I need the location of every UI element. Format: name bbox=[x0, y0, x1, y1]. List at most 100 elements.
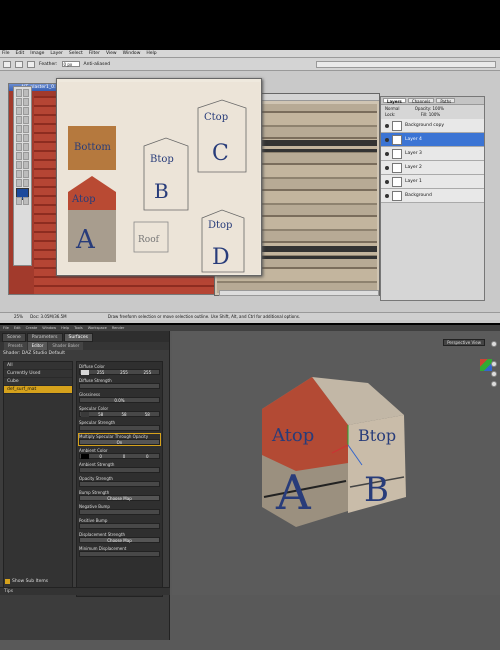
fill-input[interactable]: 100% bbox=[429, 112, 440, 117]
selection-mode-add[interactable] bbox=[27, 60, 35, 68]
menu-window[interactable]: Window bbox=[123, 51, 141, 56]
pen-tool[interactable] bbox=[16, 161, 22, 169]
subtab-presets[interactable]: Presets bbox=[4, 342, 27, 350]
slider[interactable] bbox=[79, 383, 160, 389]
tree-item-cube[interactable]: Cube bbox=[4, 378, 72, 386]
tree-item-surface[interactable]: def_surf_mat bbox=[4, 386, 72, 394]
subtab-editor[interactable]: Editor bbox=[27, 342, 48, 350]
slider[interactable] bbox=[79, 481, 160, 487]
choose-map-button[interactable]: Choose Map bbox=[79, 537, 160, 543]
slider[interactable] bbox=[79, 551, 160, 557]
move-tool[interactable] bbox=[23, 89, 29, 97]
3d-viewport[interactable]: Perspective View Atop Btop A B bbox=[172, 331, 500, 595]
palette-well[interactable] bbox=[316, 61, 496, 68]
blur-tool[interactable] bbox=[16, 143, 22, 151]
magic-wand-tool[interactable] bbox=[23, 98, 29, 106]
layer-row[interactable]: Background bbox=[381, 189, 484, 203]
ps-options-bar: Feather: 0 px Anti-aliased bbox=[0, 58, 500, 71]
healing-tool[interactable] bbox=[16, 116, 22, 124]
stamp-tool[interactable] bbox=[16, 125, 22, 133]
value: Choose Map bbox=[107, 537, 132, 543]
dz-menu-help[interactable]: Help bbox=[61, 326, 69, 330]
lasso-tool[interactable] bbox=[16, 98, 22, 106]
visibility-eye-icon[interactable] bbox=[385, 193, 389, 198]
tree-item-current[interactable]: Currently Used bbox=[4, 370, 72, 378]
visibility-eye-icon[interactable] bbox=[385, 123, 389, 128]
dz-menu-file[interactable]: File bbox=[3, 326, 9, 330]
visibility-eye-icon[interactable] bbox=[385, 137, 389, 142]
notes-tool[interactable] bbox=[16, 170, 22, 178]
screen-mode-icon[interactable] bbox=[23, 197, 29, 205]
slider[interactable] bbox=[79, 425, 160, 431]
dz-menu-window[interactable]: Window bbox=[42, 326, 56, 330]
brush-tool[interactable] bbox=[23, 116, 29, 124]
color-swatch[interactable] bbox=[81, 411, 89, 417]
color-field[interactable]: 58 58 58 bbox=[79, 411, 160, 417]
lasso-tool-preset[interactable] bbox=[3, 60, 11, 68]
selection-mode-new[interactable] bbox=[15, 60, 23, 68]
wood-doc-scrollbar[interactable] bbox=[219, 290, 379, 296]
marquee-tool[interactable] bbox=[16, 89, 22, 97]
choose-map-button[interactable]: Choose Map bbox=[79, 495, 160, 501]
visibility-eye-icon[interactable] bbox=[385, 179, 389, 184]
layer-row[interactable]: Layer 3 bbox=[381, 147, 484, 161]
menu-layer[interactable]: Layer bbox=[50, 51, 63, 56]
document-uv-layout[interactable]: Bottom Atop A Btop B Ctop C Roof Dtop D bbox=[56, 78, 262, 276]
slider[interactable] bbox=[79, 523, 160, 529]
hand-tool[interactable] bbox=[16, 179, 22, 187]
shape-tool[interactable] bbox=[23, 161, 29, 169]
path-tool[interactable] bbox=[16, 152, 22, 160]
color-swatch[interactable] bbox=[81, 369, 89, 375]
slider[interactable]: 0.0% bbox=[79, 397, 160, 403]
tips-tab[interactable]: Tips bbox=[0, 587, 170, 595]
toggle[interactable]: On bbox=[79, 439, 160, 445]
menu-help[interactable]: Help bbox=[146, 51, 156, 56]
dz-menu-workspace[interactable]: Workspace bbox=[88, 326, 107, 330]
slice-tool[interactable] bbox=[23, 107, 29, 115]
zoom-level[interactable]: 25% bbox=[14, 314, 23, 319]
opacity-input[interactable]: 100% bbox=[433, 106, 444, 111]
dz-menu-create[interactable]: Create bbox=[26, 326, 38, 330]
visibility-eye-icon[interactable] bbox=[385, 165, 389, 170]
zoom-tool[interactable] bbox=[23, 179, 29, 187]
visibility-eye-icon[interactable] bbox=[385, 151, 389, 156]
eraser-tool[interactable] bbox=[16, 134, 22, 142]
color-field[interactable]: 255 255 255 bbox=[79, 369, 160, 375]
layer-row[interactable]: Layer 1 bbox=[381, 175, 484, 189]
menu-filter[interactable]: Filter bbox=[89, 51, 100, 56]
dz-menu-tools[interactable]: Tools bbox=[74, 326, 83, 330]
history-brush-tool[interactable] bbox=[23, 125, 29, 133]
tab-parameters[interactable]: Parameters bbox=[26, 333, 63, 342]
menu-edit[interactable]: Edit bbox=[16, 51, 25, 56]
feather-input[interactable]: 0 px bbox=[61, 61, 80, 67]
tab-channels[interactable]: Channels bbox=[407, 98, 435, 104]
dz-menu-edit[interactable]: Edit bbox=[14, 326, 21, 330]
tab-surfaces[interactable]: Surfaces bbox=[63, 333, 93, 342]
quickmask-icon[interactable] bbox=[16, 197, 22, 205]
tab-layers[interactable]: Layers bbox=[383, 98, 406, 104]
eyedropper-tool[interactable] bbox=[23, 170, 29, 178]
dz-menu-render[interactable]: Render bbox=[112, 326, 124, 330]
layer-row-selected[interactable]: Layer 4 bbox=[381, 133, 484, 147]
menu-view[interactable]: View bbox=[106, 51, 117, 56]
slider[interactable] bbox=[79, 509, 160, 515]
gradient-tool[interactable] bbox=[23, 134, 29, 142]
antialiased-checkbox[interactable]: Anti-aliased bbox=[84, 62, 111, 67]
menu-select[interactable]: Select bbox=[69, 51, 83, 56]
show-sub-items-checkbox[interactable]: Show Sub Items bbox=[5, 579, 48, 584]
menu-file[interactable]: File bbox=[2, 51, 10, 56]
type-tool[interactable] bbox=[23, 152, 29, 160]
tree-item-all[interactable]: All bbox=[4, 362, 72, 370]
tab-scene[interactable]: Scene bbox=[2, 333, 26, 342]
subtab-shader-baker[interactable]: Shader Baker bbox=[48, 342, 84, 350]
layer-row[interactable]: Background copy bbox=[381, 119, 484, 133]
dodge-tool[interactable] bbox=[23, 143, 29, 151]
layer-row[interactable]: Layer 2 bbox=[381, 161, 484, 175]
slider[interactable] bbox=[79, 467, 160, 473]
menu-image[interactable]: Image bbox=[30, 51, 44, 56]
tab-paths[interactable]: Paths bbox=[436, 98, 456, 104]
crop-tool[interactable] bbox=[16, 107, 22, 115]
color-swatch[interactable] bbox=[81, 453, 89, 459]
blend-mode-select[interactable]: Normal bbox=[385, 106, 399, 111]
color-field[interactable]: 0 0 0 bbox=[79, 453, 160, 459]
